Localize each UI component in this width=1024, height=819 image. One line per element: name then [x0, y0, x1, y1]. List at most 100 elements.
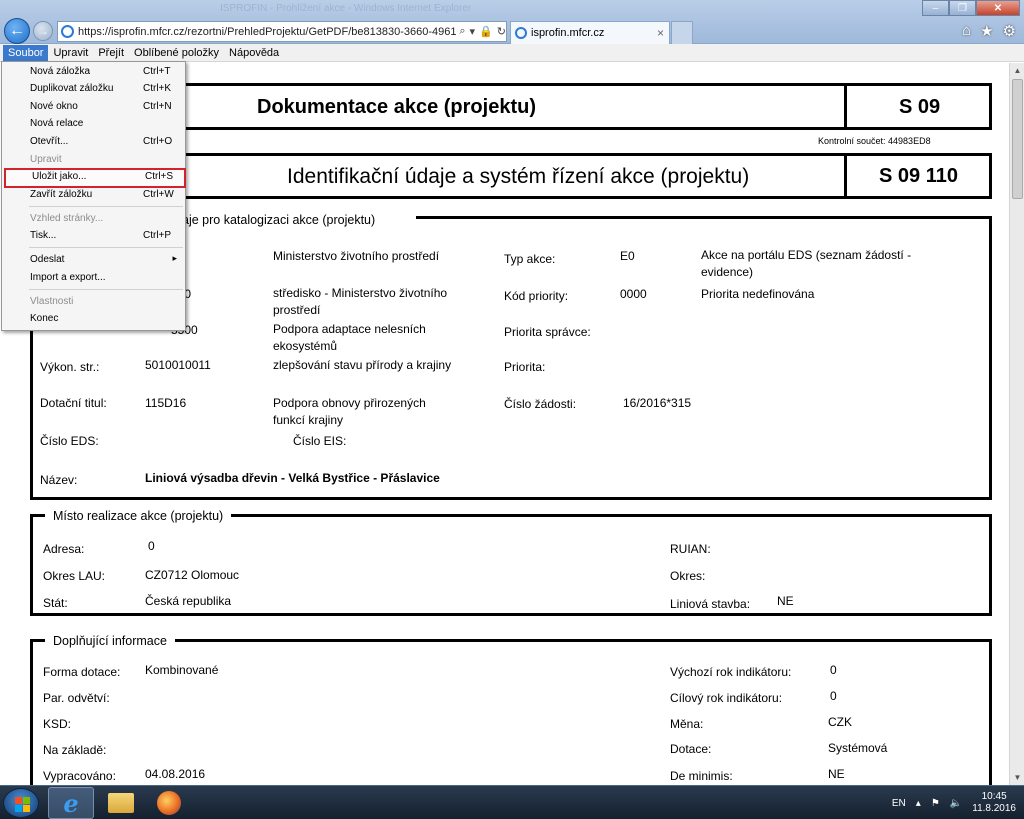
vertical-scrollbar[interactable]: ▲ ▼	[1009, 63, 1024, 785]
windows-taskbar: e EN ▴ ⚑ 🔈 10:45 11.8.2016	[0, 785, 1024, 819]
cislo-eis-label: Číslo EIS:	[293, 434, 347, 448]
menu-item-import-export[interactable]: Import a export...	[2, 270, 185, 287]
forward-button[interactable]: →	[33, 21, 53, 41]
tools-gear-icon[interactable]: ⚙	[1003, 22, 1016, 40]
menu-item-otevrit[interactable]: Otevřít... Ctrl+O	[2, 134, 185, 151]
menu-napoveda[interactable]: Nápověda	[224, 45, 284, 61]
maximize-button[interactable]: ❐	[949, 0, 976, 16]
start-button[interactable]	[3, 788, 39, 818]
na-zaklade-label: Na základě:	[43, 743, 107, 757]
search-icon[interactable]: ⌕	[459, 25, 465, 38]
menu-item-ulozit-jako[interactable]: Uložit jako... Ctrl+S	[4, 168, 186, 188]
frame-top-line	[416, 216, 992, 219]
okres-label: Okres:	[670, 569, 706, 583]
submenu-arrow-icon: ▸	[172, 253, 177, 263]
refresh-icon[interactable]: ↻	[497, 25, 506, 38]
menu-item-nove-okno[interactable]: Nové okno Ctrl+N	[2, 99, 185, 116]
back-button[interactable]: ←	[4, 18, 30, 44]
menu-upravit[interactable]: Upravit	[48, 45, 93, 61]
menu-item-zavrit-zalozku[interactable]: Zavřít záložku Ctrl+W	[2, 187, 185, 204]
cislo-zadosti-label: Číslo žádosti:	[504, 397, 577, 411]
forma-dotace-value: Kombinované	[145, 663, 219, 677]
menu-separator	[29, 206, 183, 207]
show-hidden-icons-icon[interactable]: ▴	[916, 798, 921, 809]
home-icon[interactable]: ⌂	[962, 22, 971, 40]
podpora-adaptace-value: Podpora adaptace nelesních ekosystémů	[273, 322, 426, 353]
menu-item-konec[interactable]: Konec	[2, 311, 185, 328]
par-odvetvi-label: Par. odvětví:	[43, 691, 110, 705]
typ-akce-label: Typ akce:	[504, 252, 556, 266]
scroll-up-arrow-icon[interactable]: ▲	[1010, 63, 1024, 78]
divider	[844, 156, 847, 196]
windows-logo-icon	[15, 805, 22, 812]
dropdown-icon[interactable]: ▾	[470, 25, 476, 38]
tab-favicon-icon	[515, 27, 527, 39]
menu-item-nova-zalozka[interactable]: Nová záložka Ctrl+T	[2, 64, 185, 81]
podpora-obnovy-value: Podpora obnovy přirozených funkcí krajin…	[273, 396, 426, 427]
address-bar[interactable]: https://isprofin.mfcr.cz/rezortni/Prehle…	[57, 21, 507, 42]
nazev-label: Název:	[40, 473, 78, 487]
new-tab-button[interactable]	[671, 21, 693, 44]
scroll-thumb[interactable]	[1012, 79, 1023, 199]
vychozi-rok-label: Výchozí rok indikátoru:	[670, 665, 792, 679]
forward-arrow-icon: →	[37, 24, 49, 38]
liniova-value: NE	[777, 594, 794, 608]
windows-logo-icon	[23, 797, 30, 804]
url-text[interactable]: https://isprofin.mfcr.cz/rezortni/Prehle…	[78, 26, 457, 38]
cilovy-rok-label: Cílový rok indikátoru:	[670, 691, 783, 705]
close-window-button[interactable]: ✕	[976, 0, 1020, 16]
windows-logo-icon	[23, 805, 30, 812]
volume-icon[interactable]: 🔈	[950, 798, 962, 809]
scroll-down-arrow-icon[interactable]: ▼	[1010, 770, 1024, 785]
location-frame: Adresa: 0 RUIAN: Okres LAU: CZ0712 Olomo…	[30, 514, 992, 616]
menu-item-odeslat[interactable]: Odeslat ▸	[2, 252, 185, 269]
cislo-eds-label: Číslo EDS:	[40, 434, 99, 448]
menu-item-upravit: Upravit	[30, 154, 62, 165]
menu-oblibene[interactable]: Oblíbené položky	[129, 45, 224, 61]
minimize-button[interactable]: ‒	[922, 0, 949, 16]
vypracovano-label: Vypracováno:	[43, 769, 116, 783]
lock-icon[interactable]: 🔒	[479, 25, 493, 38]
menu-item-duplikovat-zalozku[interactable]: Duplikovat záložku Ctrl+K	[2, 81, 185, 98]
cislo-zadosti-value: 16/2016*315	[623, 396, 692, 410]
favorites-star-icon[interactable]: ★	[980, 22, 993, 40]
ruian-label: RUIAN:	[670, 542, 711, 556]
vykon-str-label: Výkon. str.:	[40, 360, 100, 374]
system-tray: EN ▴ ⚑ 🔈 10:45 11.8.2016	[892, 786, 1016, 819]
ministry-value: Ministerstvo životního prostředí	[273, 249, 440, 263]
extra-info-legend: Doplňující informace	[45, 634, 175, 648]
clock[interactable]: 10:45 11.8.2016	[972, 791, 1016, 815]
site-favicon-icon	[61, 25, 74, 38]
windows-logo-icon	[15, 797, 22, 804]
action-center-flag-icon[interactable]: ⚑	[931, 798, 940, 809]
de-minimis-value: NE	[828, 767, 845, 781]
tab-close-icon[interactable]: ×	[657, 26, 664, 40]
menu-item-tisk[interactable]: Tisk... Ctrl+P	[2, 228, 185, 245]
ksd-label: KSD:	[43, 717, 72, 731]
taskbar-file-explorer[interactable]	[98, 787, 144, 819]
mena-value: CZK	[828, 715, 852, 729]
window-title: ISPROFIN - Prohlížení akce - Windows Int…	[220, 3, 472, 14]
clock-time: 10:45	[981, 791, 1007, 802]
menu-item-vlastnosti: Vlastnosti	[30, 296, 74, 307]
internet-explorer-icon: e	[63, 788, 79, 818]
taskbar-internet-explorer[interactable]: e	[48, 787, 94, 819]
adresa-label: Adresa:	[43, 542, 85, 556]
menu-prejit[interactable]: Přejít	[93, 45, 129, 61]
vypracovano-value: 04.08.2016	[145, 767, 206, 781]
browser-tab[interactable]: isprofin.mfcr.cz ×	[510, 21, 670, 44]
checksum-text: Kontrolní součet: 44983ED8	[818, 136, 931, 146]
typ-akce-code: E0	[620, 249, 635, 263]
clock-date: 11.8.2016	[972, 803, 1016, 814]
vychozi-rok-value: 0	[830, 663, 837, 677]
priorita-spravce-label: Priorita správce:	[504, 325, 591, 339]
language-indicator[interactable]: EN	[892, 798, 906, 809]
browser-title-bar: ISPROFIN - Prohlížení akce - Windows Int…	[0, 0, 1024, 44]
folder-icon	[108, 793, 134, 813]
menu-soubor[interactable]: Soubor	[3, 44, 49, 61]
okres-lau-label: Okres LAU:	[43, 569, 106, 583]
back-arrow-icon: ←	[9, 22, 25, 39]
menu-item-nova-relace[interactable]: Nová relace	[2, 116, 185, 133]
taskbar-firefox[interactable]	[146, 787, 192, 819]
kod-priority-label: Kód priority:	[504, 289, 569, 303]
